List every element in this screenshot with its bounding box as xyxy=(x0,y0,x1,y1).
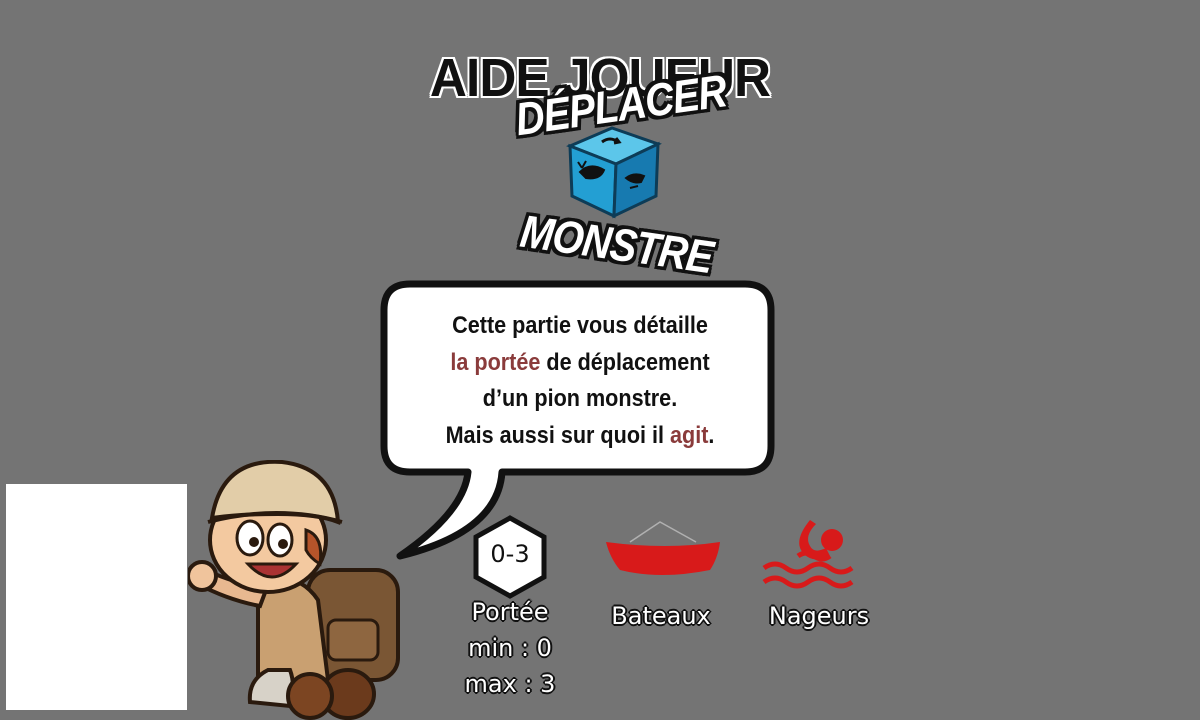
range-label: Portée xyxy=(471,598,549,626)
bubble-line-3: d’un pion monstre. xyxy=(482,385,678,412)
bubble-text: Cette partie vous détaille la portée de … xyxy=(414,308,745,454)
range-min: min : 0 xyxy=(468,634,552,662)
bubble-line-2: la portée de déplacement xyxy=(414,345,745,382)
explorer-character-icon xyxy=(188,460,400,720)
range-highlight: la portée xyxy=(450,348,541,376)
monster-label: MONSTRE xyxy=(517,206,716,284)
swimmers-label: Nageurs xyxy=(768,602,870,630)
acts-highlight: agit xyxy=(670,421,709,449)
bubble-line-4-start: Mais aussi sur quoi il xyxy=(445,421,671,449)
range-value: 0-3 xyxy=(490,540,530,568)
bubble-line-4: Mais aussi sur quoi il agit. xyxy=(414,418,745,455)
range-max: max : 3 xyxy=(464,670,556,698)
boats-label: Bateaux xyxy=(611,602,711,630)
bubble-line-1: Cette partie vous détaille xyxy=(452,312,708,339)
bubble-line-4-end: . xyxy=(708,421,715,449)
boat-icon xyxy=(606,521,720,575)
bubble-line-2-rest: de déplacement xyxy=(540,348,710,376)
blank-panel xyxy=(6,484,187,710)
swimmer-icon xyxy=(762,520,854,589)
